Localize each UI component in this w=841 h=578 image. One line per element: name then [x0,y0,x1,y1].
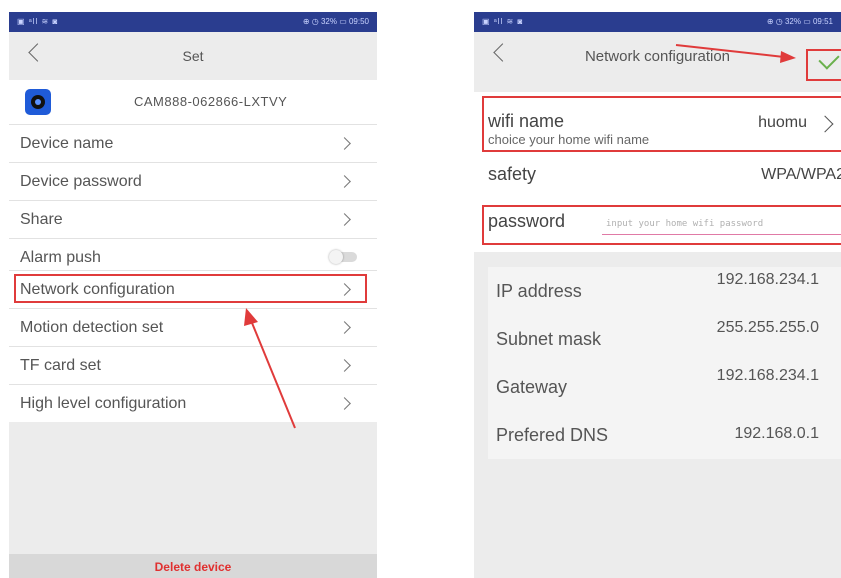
menu-item-label: Alarm push [20,249,101,266]
menu-item-label: Motion detection set [20,319,164,336]
subnet-mask-label: Subnet mask [496,329,602,349]
chevron-right-icon [338,213,351,226]
menu-item-device-password[interactable]: Device password [9,162,377,200]
ip-address-label: IP address [496,281,582,301]
delete-device-button[interactable]: Delete device [9,554,377,578]
chevron-right-icon [338,137,351,150]
menu-item-device-name[interactable]: Device name [9,124,377,162]
status-icons-left: ▣ ᵃll ≋ ◙ [17,17,59,26]
chevron-right-icon [338,359,351,372]
preferred-dns-row: Prefered DNS 192.168.0.1 [488,411,841,459]
gateway-label: Gateway [496,377,568,397]
menu-item-label: TF card set [20,357,101,374]
subnet-mask-row: Subnet mask 255.255.255.0 [488,315,841,363]
menu-item-tf-card[interactable]: TF card set [9,346,377,384]
page-title: Set [182,48,204,64]
highlight-box-password [482,205,841,245]
menu-item-high-level-configuration[interactable]: High level configuration [9,384,377,422]
status-icons-right: ⊕ ◷ 32% ▭ 09:50 [302,17,369,26]
ip-settings-block: IP address 192.168.234.1 Subnet mask 255… [488,267,841,459]
highlight-box-network-configuration [14,274,367,303]
status-icons-right: ⊕ ◷ 32% ▭ 09:51 [766,17,833,26]
gateway-value: 192.168.234.1 [716,367,819,384]
device-id: CAM888-062866-LXTVY [134,94,288,109]
subnet-mask-value: 255.255.255.0 [716,319,819,336]
alarm-push-toggle[interactable] [329,250,357,264]
settings-screen: ▣ ᵃll ≋ ◙ ⊕ ◷ 32% ▭ 09:50 Set CAM888-062… [9,12,377,578]
ip-address-row: IP address 192.168.234.1 [488,267,841,315]
camera-app-icon [25,89,51,115]
menu-item-label: Share [20,211,63,228]
gateway-row: Gateway 192.168.234.1 [488,363,841,411]
menu-item-share[interactable]: Share [9,200,377,238]
safety-label: safety [488,164,537,184]
highlight-box-wifi-name [482,96,841,152]
title-bar: Set [9,32,377,80]
preferred-dns-value: 192.168.0.1 [734,425,819,442]
menu-item-label: Device password [20,173,142,190]
menu-item-motion-detection[interactable]: Motion detection set [9,308,377,346]
title-bar: Network configuration [474,32,841,80]
menu-item-label: High level configuration [20,395,187,412]
ip-address-value: 192.168.234.1 [716,271,819,288]
device-row: CAM888-062866-LXTVY [9,80,377,124]
highlight-box-confirm [806,49,841,81]
status-icons-left: ▣ ᵃll ≋ ◙ [482,17,524,26]
chevron-right-icon [338,175,351,188]
chevron-right-icon [338,397,351,410]
menu-group-device: Device name Device password Share Alarm … [9,124,377,276]
chevron-right-icon [338,321,351,334]
status-bar: ▣ ᵃll ≋ ◙ ⊕ ◷ 32% ▭ 09:50 [9,12,377,32]
page-title: Network configuration [584,48,731,65]
network-configuration-screen: ▣ ᵃll ≋ ◙ ⊕ ◷ 32% ▭ 09:51 Network config… [474,12,841,578]
menu-item-label: Device name [20,135,114,152]
preferred-dns-label: Prefered DNS [496,425,609,445]
status-bar: ▣ ᵃll ≋ ◙ ⊕ ◷ 32% ▭ 09:51 [474,12,841,32]
safety-value: WPA/WPA2 [761,166,841,183]
